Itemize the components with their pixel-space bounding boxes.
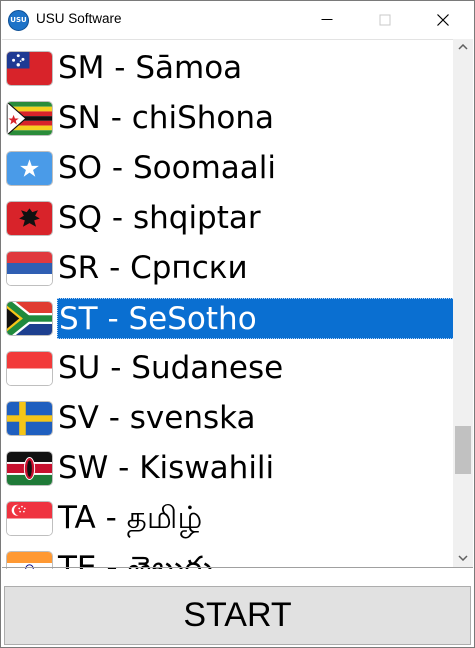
language-item[interactable]: SU - Sudanese xyxy=(2,344,454,394)
language-label: ST - SeSotho xyxy=(57,298,455,339)
language-label: SM - Sāmoa xyxy=(58,50,243,86)
chevron-up-icon xyxy=(458,44,468,50)
start-button[interactable]: START xyxy=(4,586,471,645)
language-item[interactable]: TA - தமிழ் xyxy=(2,494,454,544)
language-item[interactable]: SM - Sāmoa xyxy=(2,44,454,94)
kenya-flag-icon xyxy=(6,451,53,486)
south-africa-flag-icon xyxy=(6,301,53,336)
language-label: SV - svenska xyxy=(58,400,256,436)
divider xyxy=(2,567,473,568)
singapore-flag-icon xyxy=(6,501,53,536)
language-label: SO - Soomaali xyxy=(58,150,276,186)
language-label: TA - தமிழ் xyxy=(58,500,203,536)
language-label: SR - Српски xyxy=(58,250,248,286)
language-item[interactable]: SW - Kiswahili xyxy=(2,444,454,494)
language-list[interactable]: SM - Sāmoa SN - chiShona SO - Soomaali S… xyxy=(2,39,473,569)
close-button[interactable] xyxy=(414,1,472,38)
title-bar[interactable]: USU USU Software xyxy=(1,1,474,38)
chevron-down-icon xyxy=(458,555,468,561)
sweden-flag-icon xyxy=(6,401,53,436)
language-item[interactable]: SQ - shqiptar xyxy=(2,194,454,244)
language-item-selected[interactable]: ST - SeSotho xyxy=(2,294,455,344)
language-label: SQ - shqiptar xyxy=(58,200,261,236)
albania-flag-icon xyxy=(6,201,53,236)
serbia-flag-icon xyxy=(6,251,53,286)
somalia-flag-icon xyxy=(6,151,53,186)
language-item[interactable]: SV - svenska xyxy=(2,394,454,444)
language-item[interactable]: SO - Soomaali xyxy=(2,144,454,194)
close-icon xyxy=(437,13,449,26)
language-item[interactable]: SR - Српски xyxy=(2,244,454,294)
scroll-down-button[interactable] xyxy=(453,550,473,567)
indonesia-flag-icon xyxy=(6,351,53,386)
app-window: USU USU Software SM - Sāmoa SN - chiShon… xyxy=(0,0,475,648)
vertical-scrollbar[interactable] xyxy=(453,39,473,567)
language-item[interactable]: TE - తెలుగు xyxy=(2,544,454,569)
minimize-icon xyxy=(321,18,333,20)
maximize-button[interactable] xyxy=(356,1,414,38)
usu-logo-icon: USU xyxy=(8,10,29,31)
language-label: SN - chiShona xyxy=(58,100,275,136)
window-title: USU Software xyxy=(36,11,122,26)
maximize-icon xyxy=(379,14,391,25)
minimize-button[interactable] xyxy=(298,1,356,38)
language-item[interactable]: SN - chiShona xyxy=(2,94,454,144)
language-label: SW - Kiswahili xyxy=(58,450,275,486)
scrollbar-thumb[interactable] xyxy=(455,426,471,474)
samoa-flag-icon xyxy=(6,51,53,86)
scroll-up-button[interactable] xyxy=(453,39,473,56)
language-label: TE - తెలుగు xyxy=(58,550,214,569)
zimbabwe-flag-icon xyxy=(6,101,53,136)
language-label: SU - Sudanese xyxy=(58,350,284,386)
